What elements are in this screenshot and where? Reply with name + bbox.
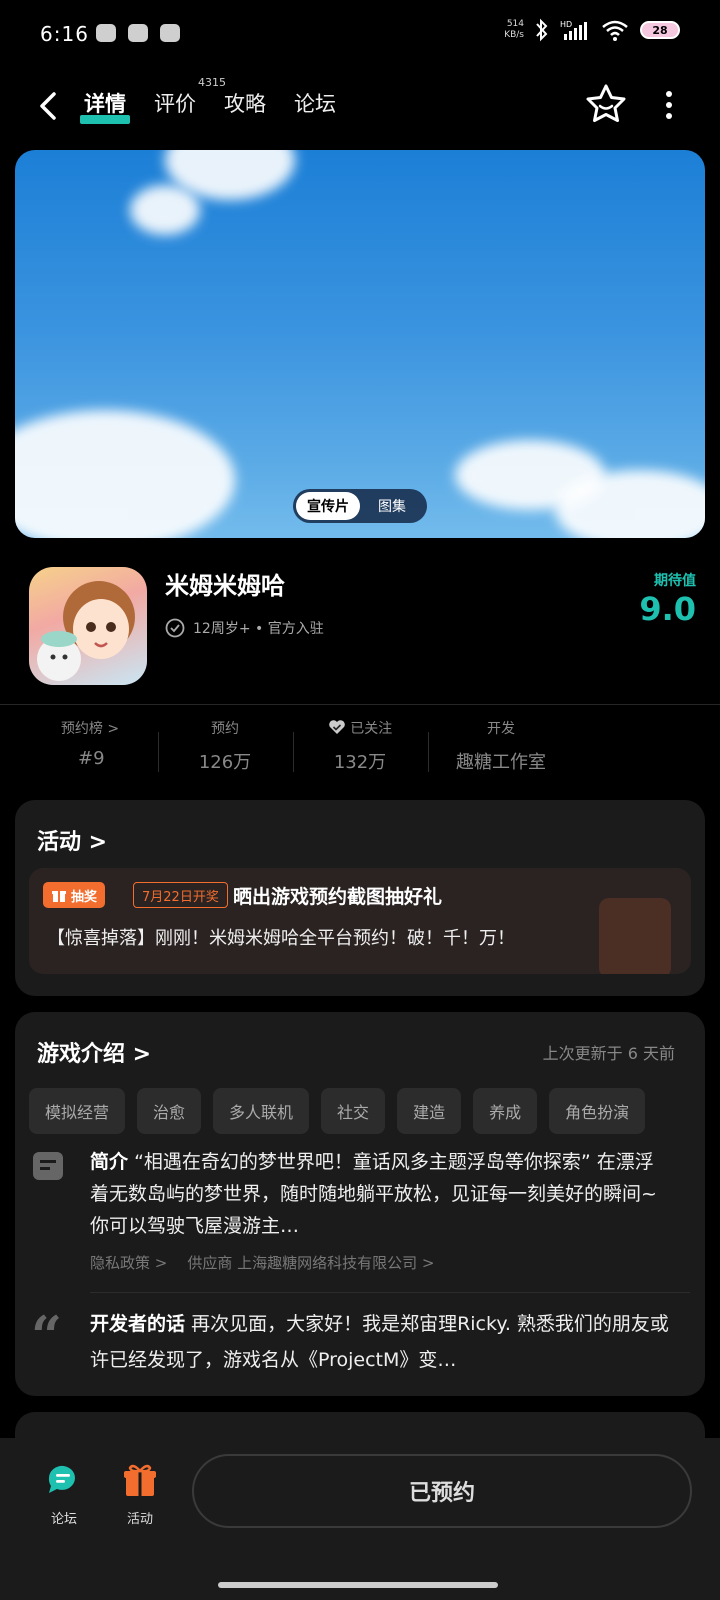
status-indicators: 514 KB/s HD 28 bbox=[504, 18, 680, 42]
game-app-icon bbox=[29, 567, 147, 685]
supplier-link[interactable]: 供应商 上海趣糖网络科技有限公司 > bbox=[187, 1252, 434, 1273]
battery-indicator: 28 bbox=[640, 21, 680, 39]
summary-icon bbox=[33, 1152, 63, 1180]
back-icon[interactable] bbox=[28, 86, 68, 126]
privacy-policy-link[interactable]: 隐私政策 > bbox=[90, 1252, 167, 1273]
age-rating-text: 12周岁+ • 官方入驻 bbox=[193, 621, 324, 637]
detail-tabs: 详情 评价 4315 攻略 论坛 bbox=[80, 76, 336, 124]
stat-reservations-value: 126万 bbox=[198, 752, 252, 773]
stats-row: 预约榜 > #9 预约 126万 已关注 132万 开发 趣糖工作室 bbox=[0, 718, 720, 784]
stat-developer[interactable]: 开发 趣糖工作室 bbox=[436, 718, 566, 774]
app-notification-icon bbox=[160, 24, 180, 42]
gift-icon bbox=[52, 891, 66, 902]
forum-label: 论坛 bbox=[50, 1512, 77, 1527]
intro-links: 隐私政策 > 供应商 上海趣糖网络科技有限公司 > bbox=[90, 1252, 434, 1273]
intro-section-title[interactable]: 游戏介绍 > bbox=[37, 1036, 151, 1068]
net-speed: 514 KB/s bbox=[504, 19, 524, 40]
activity-item[interactable]: 抽奖 7月22日开奖 晒出游戏预约截图抽好礼 【惊喜掉落】刚刚！米姆米姆哈全平台… bbox=[29, 868, 691, 974]
stat-separator bbox=[158, 732, 159, 772]
wifi-icon bbox=[602, 20, 628, 41]
lottery-tag-label: 抽奖 bbox=[71, 889, 98, 905]
genre-tag[interactable]: 多人联机 bbox=[213, 1088, 310, 1134]
stat-separator bbox=[293, 732, 294, 772]
status-app-icons bbox=[96, 24, 180, 42]
developer-note[interactable]: 开发者的话 再次见面，大家好！我是郑宙理Ricky. 熟悉我们的朋友或许已经发现… bbox=[90, 1306, 670, 1378]
cloud-decoration bbox=[15, 410, 235, 538]
game-character-art bbox=[37, 581, 135, 681]
stat-rank-label: 预约榜 > bbox=[60, 721, 120, 737]
stat-reservations-label: 预约 bbox=[211, 721, 239, 737]
forum-icon bbox=[48, 1465, 75, 1493]
stat-rank[interactable]: 预约榜 > #9 bbox=[40, 718, 140, 769]
activity-description: 【惊喜掉落】刚刚！米姆米姆哈全平台预约！破！千！万！ bbox=[47, 928, 515, 949]
more-options-icon[interactable] bbox=[654, 88, 684, 122]
signal-icon: HD bbox=[560, 20, 587, 40]
genre-tag[interactable]: 养成 bbox=[473, 1088, 538, 1134]
game-meta: 12周岁+ • 官方入驻 bbox=[165, 618, 324, 638]
media-toggle: 宣传片 图集 bbox=[293, 489, 427, 523]
bottom-nav-forum[interactable]: 论坛 bbox=[34, 1462, 94, 1527]
gift-icon bbox=[124, 1464, 156, 1496]
genre-tag[interactable]: 建造 bbox=[397, 1088, 462, 1134]
developer-note-label: 开发者的话 bbox=[90, 1313, 186, 1335]
quote-icon: “ bbox=[31, 1304, 63, 1368]
stat-developer-label: 开发 bbox=[487, 721, 515, 737]
stat-followers[interactable]: 已关注 132万 bbox=[310, 718, 410, 774]
app-notification-icon bbox=[128, 24, 148, 42]
genre-tag[interactable]: 社交 bbox=[321, 1088, 386, 1134]
promo-video-banner[interactable] bbox=[15, 150, 705, 538]
expectation-label: 期待值 bbox=[654, 573, 696, 589]
activity-headline: 晒出游戏预约截图抽好礼 bbox=[233, 886, 443, 908]
tab-reviews-label: 评价 bbox=[154, 92, 196, 116]
genre-tag[interactable]: 治愈 bbox=[137, 1088, 202, 1134]
game-summary[interactable]: 简介 “相遇在奇幻的梦世界吧！童话风多主题浮岛等你探索” 在漂浮着无数岛屿的梦世… bbox=[90, 1146, 670, 1242]
toggle-promo-video[interactable]: 宣传片 bbox=[296, 492, 360, 520]
stat-followers-label-wrap: 已关注 bbox=[310, 718, 410, 738]
cloud-decoration bbox=[130, 185, 200, 235]
stat-developer-value: 趣糖工作室 bbox=[456, 752, 546, 773]
status-bar: 6:16 514 KB/s HD 28 bbox=[0, 0, 720, 70]
gift-decoration-icon bbox=[599, 898, 671, 974]
stat-followers-label: 已关注 bbox=[350, 721, 393, 737]
tab-details[interactable]: 详情 bbox=[80, 88, 130, 124]
last-updated-text: 上次更新于 6 天前 bbox=[542, 1044, 675, 1063]
toggle-gallery[interactable]: 图集 bbox=[360, 492, 424, 520]
summary-label: 简介 bbox=[90, 1151, 129, 1173]
heart-check-icon bbox=[328, 720, 345, 734]
activity-card: 活动 > 抽奖 7月22日开奖 晒出游戏预约截图抽好礼 【惊喜掉落】刚刚！米姆米… bbox=[15, 800, 705, 996]
favorite-star-icon[interactable] bbox=[584, 82, 628, 126]
svg-text:HD: HD bbox=[560, 20, 572, 29]
game-title: 米姆米姆哈 bbox=[165, 572, 285, 600]
stat-reservations: 预约 126万 bbox=[175, 718, 275, 774]
summary-text: “相遇在奇幻的梦世界吧！童话风多主题浮岛等你探索” 在漂浮着无数岛屿的梦世界，随… bbox=[90, 1151, 657, 1237]
bluetooth-icon bbox=[536, 18, 548, 42]
activity-section-title[interactable]: 活动 > bbox=[37, 824, 107, 856]
stat-separator bbox=[428, 732, 429, 772]
section-divider bbox=[0, 704, 720, 705]
bottom-action-bar: 论坛 活动 已预约 bbox=[0, 1438, 720, 1600]
reviews-count: 4315 bbox=[198, 76, 226, 89]
app-notification-icon bbox=[96, 24, 116, 42]
verified-check-icon bbox=[165, 618, 185, 638]
genre-tags: 模拟经营 治愈 多人联机 社交 建造 养成 角色扮演 bbox=[29, 1088, 691, 1136]
home-indicator[interactable] bbox=[218, 1582, 498, 1588]
reserved-button[interactable]: 已预约 bbox=[192, 1454, 692, 1528]
draw-date-tag: 7月22日开奖 bbox=[133, 882, 228, 908]
tab-forum[interactable]: 论坛 bbox=[294, 88, 336, 124]
detail-header: 详情 评价 4315 攻略 论坛 bbox=[0, 76, 720, 136]
genre-tag[interactable]: 模拟经营 bbox=[29, 1088, 126, 1134]
intro-divider bbox=[90, 1292, 690, 1293]
stat-rank-value: #9 bbox=[78, 748, 105, 769]
status-time: 6:16 bbox=[40, 22, 89, 46]
bottom-nav-activity[interactable]: 活动 bbox=[110, 1462, 170, 1527]
tab-guides[interactable]: 攻略 bbox=[224, 88, 266, 124]
activity-label: 活动 bbox=[126, 1512, 153, 1527]
expectation-score: 9.0 bbox=[639, 590, 696, 628]
tab-reviews[interactable]: 评价 4315 bbox=[154, 76, 226, 124]
genre-tag[interactable]: 角色扮演 bbox=[549, 1088, 646, 1134]
lottery-tag: 抽奖 bbox=[43, 882, 106, 908]
stat-followers-value: 132万 bbox=[333, 752, 387, 773]
game-intro-card: 游戏介绍 > 上次更新于 6 天前 模拟经营 治愈 多人联机 社交 建造 养成 … bbox=[15, 1012, 705, 1396]
